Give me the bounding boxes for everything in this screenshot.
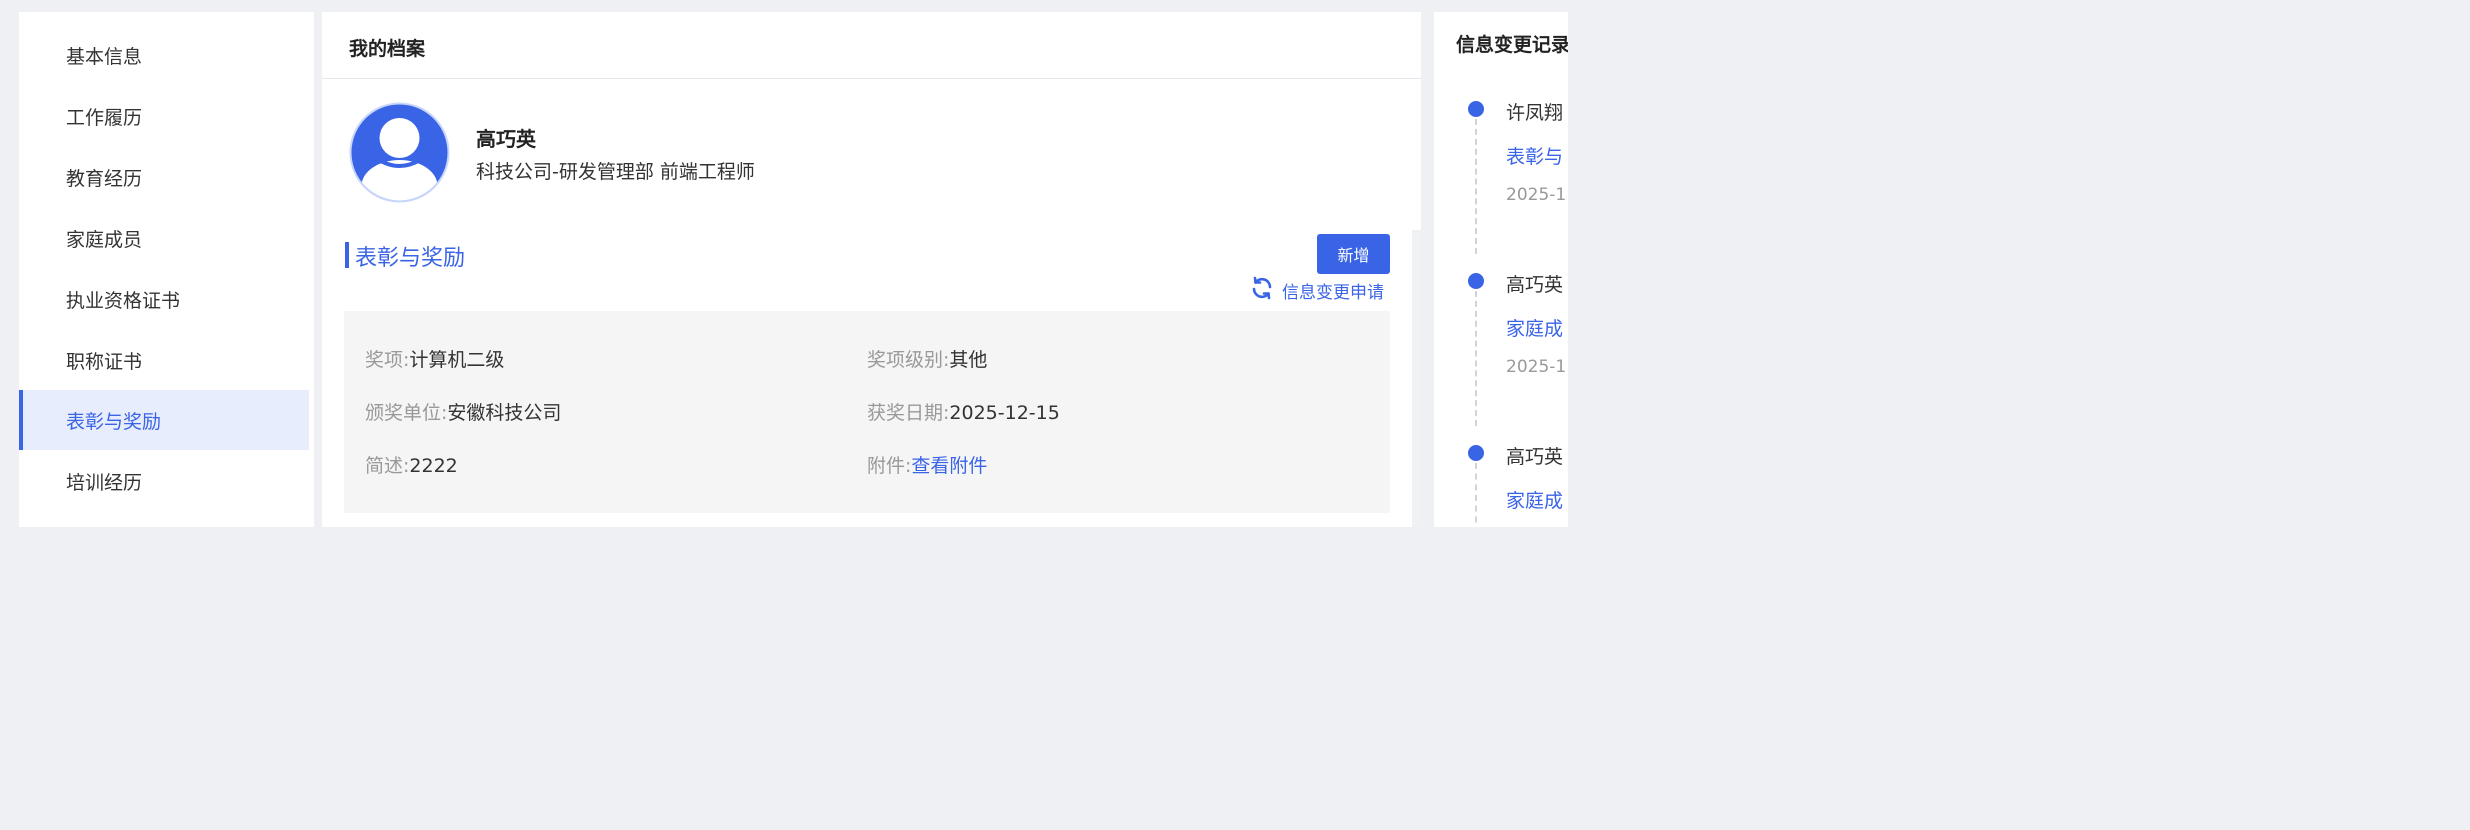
field-date: 获奖日期:2025-12-15 [867, 398, 1060, 425]
timeline-entry-section[interactable]: 表彰与 [1506, 142, 1563, 169]
change-request-link[interactable]: 信息变更申请 [1250, 276, 1384, 304]
scrollbar[interactable] [1412, 230, 1421, 527]
timeline-dot [1468, 273, 1484, 289]
timeline-dot [1468, 101, 1484, 117]
field-attachment: 附件:查看附件 [867, 451, 987, 478]
timeline-connector [1475, 119, 1477, 254]
page-title: 我的档案 [349, 38, 426, 60]
field-award-label: 奖项: [365, 349, 410, 371]
change-request-label: 信息变更申请 [1282, 282, 1384, 303]
field-description: 简述:2222 [365, 451, 458, 478]
field-issuer: 颁奖单位:安徽科技公司 [365, 398, 561, 425]
field-issuer-label: 颁奖单位: [365, 402, 448, 424]
nav-item-work-history[interactable]: 工作履历 [19, 86, 309, 146]
award-detail-card: 奖项:计算机二级 奖项级别:其他 颁奖单位:安徽科技公司 获奖日期:2025-1… [344, 311, 1390, 513]
field-level: 奖项级别:其他 [867, 345, 987, 372]
timeline-entry-time: 2025-1 [1506, 185, 1567, 205]
main-header: 我的档案 [322, 12, 1421, 79]
field-attachment-label: 附件: [867, 455, 912, 477]
timeline-entry-name: 高巧英 [1506, 446, 1564, 468]
nav-item-awards[interactable]: 表彰与奖励 [19, 390, 309, 450]
timeline-entry-section[interactable]: 家庭成 [1506, 486, 1563, 513]
side-nav: 基本信息 工作履历 教育经历 家庭成员 执业资格证书 职称证书 表彰与奖励 培训… [19, 12, 314, 527]
nav-item-education[interactable]: 教育经历 [19, 147, 309, 207]
timeline-entry-time: 2025-1 [1506, 357, 1567, 377]
timeline-connector [1475, 463, 1477, 527]
timeline-connector [1475, 291, 1477, 426]
field-award-value: 计算机二级 [409, 349, 505, 371]
field-description-value: 2222 [409, 455, 458, 477]
field-date-value: 2025-12-15 [949, 402, 1060, 424]
view-attachment-link[interactable]: 查看附件 [911, 455, 987, 477]
user-name: 高巧英 [476, 127, 536, 151]
field-issuer-value: 安徽科技公司 [447, 402, 562, 424]
field-date-label: 获奖日期: [867, 402, 950, 424]
section-title-marker [345, 242, 349, 268]
field-level-value: 其他 [949, 349, 988, 371]
avatar-icon [349, 102, 450, 203]
field-description-label: 简述: [365, 455, 410, 477]
field-award: 奖项:计算机二级 [365, 345, 504, 372]
add-button[interactable]: 新增 [1317, 234, 1390, 274]
nav-item-qualification-cert[interactable]: 执业资格证书 [19, 269, 309, 329]
timeline-dot [1468, 445, 1484, 461]
refresh-icon [1250, 276, 1282, 305]
change-history-title: 信息变更记录 [1456, 34, 1568, 56]
user-department: 科技公司-研发管理部 前端工程师 [476, 161, 755, 183]
change-history-panel: 信息变更记录 许凤翔 表彰与 2025-1 高巧英 家庭成 2025-1 高巧英… [1434, 12, 1568, 527]
nav-item-family[interactable]: 家庭成员 [19, 208, 309, 268]
timeline-entry-section[interactable]: 家庭成 [1506, 314, 1563, 341]
timeline-entry-name: 高巧英 [1506, 274, 1564, 296]
section-title: 表彰与奖励 [355, 246, 466, 271]
timeline-entry-name: 许凤翔 [1506, 102, 1564, 124]
nav-item-training[interactable]: 培训经历 [19, 451, 309, 511]
nav-item-basic-info[interactable]: 基本信息 [19, 25, 309, 85]
main-panel: 我的档案 高巧英 科技公司-研发管理部 前端工程师 表彰与奖励 新增 信息变更申… [322, 12, 1421, 527]
field-level-label: 奖项级别: [867, 349, 950, 371]
nav-item-title-cert[interactable]: 职称证书 [19, 330, 309, 390]
